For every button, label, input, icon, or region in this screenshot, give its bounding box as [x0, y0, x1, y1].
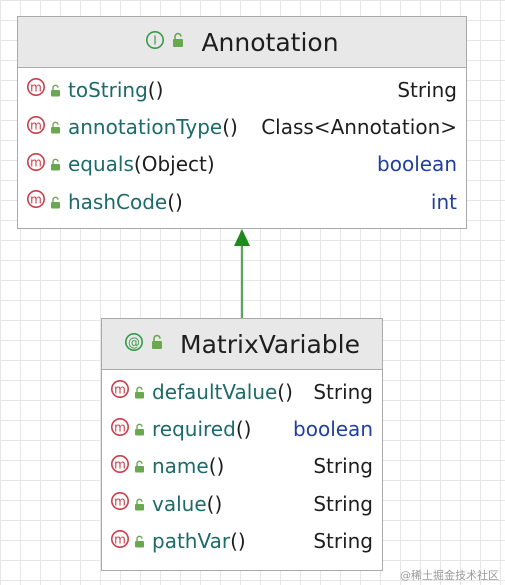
member-return-type: String [397, 77, 457, 102]
inheritance-arrowhead [234, 229, 250, 246]
member-row[interactable]: m value() String [102, 485, 382, 522]
member-icons: m [110, 379, 152, 404]
svg-text:m: m [114, 495, 126, 509]
member-name: value [152, 491, 207, 516]
lock-icon [50, 78, 61, 102]
method-icon: m [110, 454, 130, 479]
member-name: annotationType [68, 115, 223, 140]
member-return-type: Class<Annotation> [261, 115, 457, 140]
member-name: pathVar [152, 529, 231, 554]
svg-text:@: @ [128, 336, 140, 350]
method-icon: m [26, 189, 46, 214]
interface-icon: I [145, 30, 165, 54]
member-list: m toString() String m annotationType() Class<… [18, 68, 466, 221]
lock-icon [171, 32, 185, 52]
member-name: defaultValue [152, 379, 278, 404]
lock-icon [50, 115, 61, 139]
member-params: () [167, 189, 183, 214]
class-box-annotation[interactable]: I Annotation m toString() String m annotatio… [17, 16, 467, 229]
method-icon: m [26, 77, 46, 102]
method-icon: m [26, 152, 46, 177]
lock-icon [134, 492, 145, 516]
member-name: toString [68, 77, 148, 102]
member-params: () [222, 115, 238, 140]
member-return-type: boolean [293, 417, 373, 442]
member-icons: m [26, 77, 68, 102]
member-params: () [206, 491, 223, 516]
svg-text:m: m [114, 457, 126, 471]
member-return-type: String [313, 491, 373, 516]
member-row[interactable]: m defaultValue() String [102, 373, 382, 410]
member-return-type: String [313, 529, 373, 554]
lock-icon [134, 417, 145, 441]
lock-icon [134, 529, 145, 553]
method-icon: m [26, 115, 46, 140]
member-row[interactable]: m name() String [102, 448, 382, 485]
member-params: () [208, 454, 225, 479]
member-row[interactable]: m hashCode() int [18, 183, 466, 220]
member-name: hashCode [68, 189, 168, 214]
member-icons: m [26, 152, 68, 177]
method-icon: m [110, 491, 130, 516]
method-icon: m [110, 379, 130, 404]
watermark-text: @稀土掘金技术社区 [400, 569, 499, 582]
member-row[interactable]: m required() boolean [102, 410, 382, 447]
lock-icon [50, 152, 61, 176]
class-header: I Annotation [18, 17, 466, 68]
member-icons: m [26, 115, 68, 140]
svg-text:I: I [154, 34, 158, 48]
member-params: (Object) [133, 152, 215, 177]
method-icon: m [110, 529, 130, 554]
annotation-icon: @ [124, 332, 144, 356]
member-return-type: String [313, 379, 373, 404]
member-params: () [235, 417, 252, 442]
svg-text:m: m [30, 118, 42, 132]
svg-text:m: m [114, 532, 126, 546]
lock-icon [150, 334, 164, 354]
member-row[interactable]: m equals (Object) boolean [18, 146, 466, 183]
member-icons: m [110, 491, 152, 516]
svg-text:m: m [114, 383, 126, 397]
member-return-type: int [430, 189, 457, 214]
member-row[interactable]: m toString() String [18, 71, 466, 108]
member-icons: m [26, 189, 68, 214]
member-name: required [152, 417, 236, 442]
svg-text:m: m [30, 193, 42, 207]
member-icons: m [110, 529, 152, 554]
member-params: () [277, 379, 293, 404]
lock-icon [134, 380, 145, 404]
lock-icon [134, 454, 145, 478]
class-box-matrix-variable[interactable]: @ MatrixVariable m defaultValue() String m r… [101, 318, 383, 571]
member-params: () [147, 77, 164, 102]
class-name: MatrixVariable [180, 329, 360, 359]
member-name: name [152, 454, 209, 479]
member-row[interactable]: m pathVar() String [102, 523, 382, 560]
member-row[interactable]: m annotationType() Class<Annotation> [18, 108, 466, 145]
svg-text:m: m [30, 155, 42, 169]
method-icon: m [110, 417, 130, 442]
member-icons: m [110, 417, 152, 442]
class-name: Annotation [201, 27, 339, 57]
member-return-type: String [313, 454, 373, 479]
svg-text:m: m [30, 81, 42, 95]
member-name: equals [68, 152, 134, 177]
member-list: m defaultValue() String m required() boolean m… [102, 370, 382, 560]
member-return-type: boolean [377, 152, 457, 177]
svg-text:m: m [114, 420, 126, 434]
class-header: @ MatrixVariable [102, 319, 382, 370]
member-icons: m [110, 454, 152, 479]
lock-icon [50, 190, 61, 214]
member-params: () [230, 529, 246, 554]
